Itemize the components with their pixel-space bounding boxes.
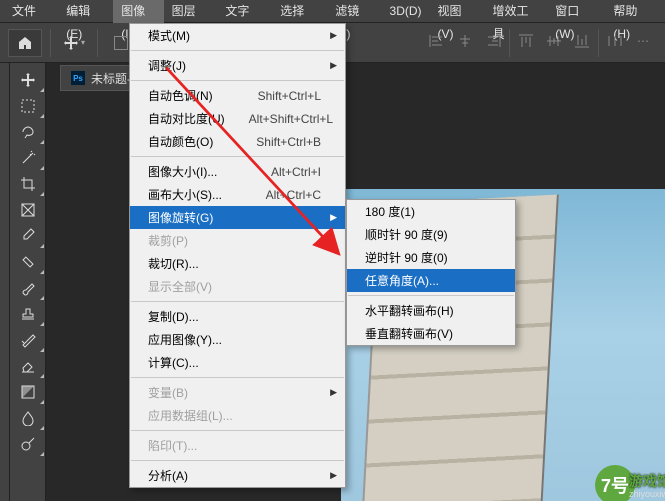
eyedropper-tool[interactable] <box>11 223 45 249</box>
rotate-90-cw[interactable]: 顺时针 90 度(9) <box>347 223 515 246</box>
menu-type[interactable]: 文字(Y) <box>217 0 272 23</box>
gradient-tool[interactable] <box>11 379 45 405</box>
menu-filter[interactable]: 滤镜(T) <box>327 0 381 23</box>
align-top-icon[interactable] <box>512 29 540 53</box>
distribute-h-icon[interactable] <box>601 29 629 53</box>
divider <box>598 29 599 57</box>
menu-auto-color[interactable]: 自动颜色(O)Shift+Ctrl+B <box>130 130 345 153</box>
separator <box>131 460 344 461</box>
menu-image-rotation[interactable]: 图像旋转(G) <box>130 206 345 229</box>
separator <box>131 430 344 431</box>
menu-crop: 裁剪(P) <box>130 229 345 252</box>
tab-title: 未标题- <box>91 70 131 87</box>
menu-layer[interactable]: 图层(L) <box>164 0 218 23</box>
rotate-90-ccw[interactable]: 逆时针 90 度(0) <box>347 246 515 269</box>
frame-tool[interactable] <box>11 197 45 223</box>
flip-horizontal[interactable]: 水平翻转画布(H) <box>347 299 515 322</box>
separator <box>131 301 344 302</box>
menu-image-size[interactable]: 图像大小(I)...Alt+Ctrl+I <box>130 160 345 183</box>
menu-help[interactable]: 帮助(H) <box>605 0 661 23</box>
align-hcenter-icon[interactable] <box>451 29 479 53</box>
move-icon <box>63 35 79 51</box>
brush-tool[interactable] <box>11 275 45 301</box>
menu-canvas-size[interactable]: 画布大小(S)...Alt+Ctrl+C <box>130 183 345 206</box>
align-vcenter-icon[interactable] <box>540 29 568 53</box>
ps-file-icon: Ps <box>71 71 85 85</box>
menu-trap: 陷印(T)... <box>130 434 345 457</box>
crop-tool[interactable] <box>11 171 45 197</box>
move-tool-indicator[interactable]: ▾ <box>59 29 89 57</box>
marquee-tool[interactable] <box>11 93 45 119</box>
dodge-tool[interactable] <box>11 431 45 457</box>
menu-variables: 变量(B) <box>130 381 345 404</box>
wand-tool[interactable] <box>11 145 45 171</box>
menu-window[interactable]: 窗口(W) <box>547 0 605 23</box>
menu-select[interactable]: 选择(S) <box>272 0 327 23</box>
separator <box>131 80 344 81</box>
home-button[interactable] <box>8 29 42 57</box>
menu-edit[interactable]: 编辑(E) <box>58 0 113 23</box>
menu-adjustments[interactable]: 调整(J) <box>130 54 345 77</box>
menu-mode[interactable]: 模式(M) <box>130 24 345 47</box>
menu-auto-tone[interactable]: 自动色调(N)Shift+Ctrl+L <box>130 84 345 107</box>
divider <box>50 29 51 57</box>
menu-trim[interactable]: 裁切(R)... <box>130 252 345 275</box>
more-icon[interactable]: ⋯ <box>629 29 657 53</box>
menu-view[interactable]: 视图(V) <box>430 0 485 23</box>
separator <box>348 295 514 296</box>
rotate-180[interactable]: 180 度(1) <box>347 200 515 223</box>
divider <box>97 29 98 57</box>
panel-handle[interactable] <box>0 63 10 501</box>
heal-tool[interactable] <box>11 249 45 275</box>
menu-apply-dataset: 应用数据组(L)... <box>130 404 345 427</box>
rotate-arbitrary[interactable]: 任意角度(A)... <box>347 269 515 292</box>
lasso-tool[interactable] <box>11 119 45 145</box>
menu-reveal-all: 显示全部(V) <box>130 275 345 298</box>
align-left-icon[interactable] <box>423 29 451 53</box>
menu-apply-image[interactable]: 应用图像(Y)... <box>130 328 345 351</box>
separator <box>131 50 344 51</box>
stamp-tool[interactable] <box>11 301 45 327</box>
history-brush-tool[interactable] <box>11 327 45 353</box>
image-rotation-submenu: 180 度(1) 顺时针 90 度(9) 逆时针 90 度(0) 任意角度(A)… <box>346 199 516 346</box>
home-icon <box>17 35 33 51</box>
eraser-tool[interactable] <box>11 353 45 379</box>
watermark-logo: 7号 游戏馆 zhiyouxiwang <box>595 465 665 501</box>
separator <box>131 377 344 378</box>
image-menu-dropdown: 模式(M) 调整(J) 自动色调(N)Shift+Ctrl+L 自动对比度(U)… <box>129 23 346 488</box>
menu-file[interactable]: 文件(F) <box>4 0 58 23</box>
align-controls: ⋯ <box>423 29 657 57</box>
menu-calculations[interactable]: 计算(C)... <box>130 351 345 374</box>
blur-tool[interactable] <box>11 405 45 431</box>
separator <box>131 156 344 157</box>
tools-panel <box>10 63 46 501</box>
flip-vertical[interactable]: 垂直翻转画布(V) <box>347 322 515 345</box>
menu-duplicate[interactable]: 复制(D)... <box>130 305 345 328</box>
menubar: 文件(F) 编辑(E) 图像(I) 图层(L) 文字(Y) 选择(S) 滤镜(T… <box>0 0 665 23</box>
menu-image[interactable]: 图像(I) <box>113 0 163 23</box>
divider <box>509 29 510 57</box>
align-right-icon[interactable] <box>479 29 507 53</box>
menu-plugins[interactable]: 增效工具 <box>484 0 547 23</box>
menu-3d[interactable]: 3D(D) <box>382 0 430 23</box>
menu-auto-contrast[interactable]: 自动对比度(U)Alt+Shift+Ctrl+L <box>130 107 345 130</box>
align-bottom-icon[interactable] <box>568 29 596 53</box>
menu-analysis[interactable]: 分析(A) <box>130 464 345 487</box>
move-tool[interactable] <box>11 67 45 93</box>
